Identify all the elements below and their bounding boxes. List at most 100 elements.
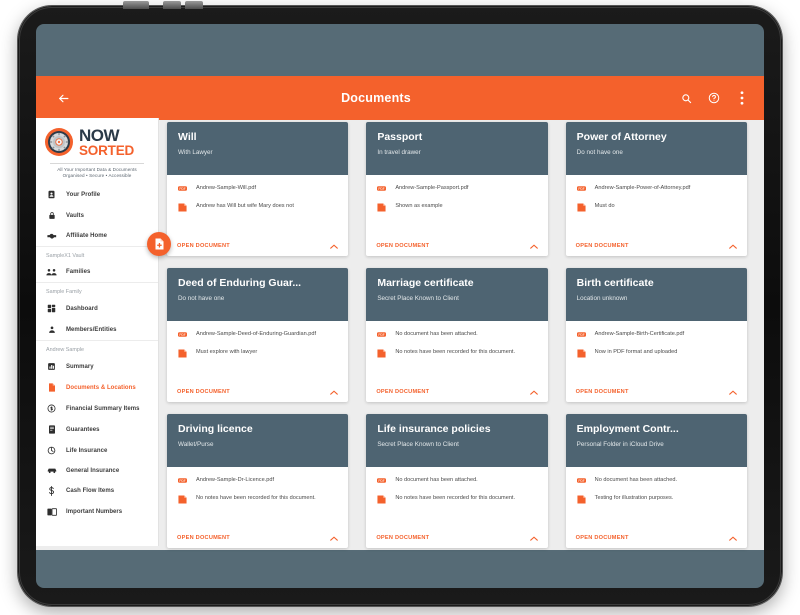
document-card[interactable]: Driving licence Wallet/Purse PDF Andrew-… [167,414,349,548]
pdf-icon: PDF [177,184,188,192]
brand-tagline: All Your Important Data & Documents Orga… [50,162,144,181]
document-card[interactable]: Power of Attorney Do not have one PDF An… [565,122,747,256]
families-icon [46,268,57,276]
chevron-up-icon[interactable] [729,536,737,541]
card-note-text: No notes have been recorded for this doc… [196,494,316,501]
svg-text:PDF: PDF [179,479,185,483]
sidebar-item-your-profile[interactable]: Your Profile [36,184,158,205]
card-note-row: Shown as example [376,202,537,212]
chevron-up-icon[interactable] [729,390,737,395]
card-title: Power of Attorney [576,131,667,143]
contact-book-icon [46,508,57,517]
document-card[interactable]: Life insurance policies Secret Place Kno… [366,414,548,548]
card-footer: OPEN DOCUMENT [167,243,348,256]
sidebar-item-label: Your Profile [66,191,101,198]
sidebar-item-families[interactable]: Families [36,262,158,282]
power-button[interactable] [123,1,149,9]
sidebar-item-dashboard[interactable]: Dashboard [36,298,158,319]
card-title: Driving licence [178,423,253,435]
chevron-up-icon[interactable] [529,536,538,541]
open-document-button[interactable]: OPEN DOCUMENT [376,389,429,395]
pdf-icon: PDF [376,184,387,192]
sidebar-item-documents-and-locations[interactable]: Documents & Locations [36,377,158,398]
sidebar-item-life-insurance[interactable]: Life Insurance [36,440,158,461]
pdf-icon: PDF [177,330,188,338]
card-subtitle: With Lawyer [178,148,213,156]
lock-icon [46,211,57,220]
sidebar-item-label: Dashboard [66,305,98,312]
open-document-button[interactable]: OPEN DOCUMENT [576,535,629,541]
volume-down-button[interactable] [185,1,203,9]
card-body: PDF Andrew-Sample-Passport.pdf Shown as … [366,175,547,243]
card-title: Deed of Enduring Guar... [178,277,302,289]
note-icon [576,348,587,358]
open-document-button[interactable]: OPEN DOCUMENT [576,389,629,395]
person-icon [46,325,57,334]
brand-logo: NOW SORTED All Your Important Data & Doc… [36,118,158,184]
document-card[interactable]: Will With Lawyer PDF Andrew-Sample-Will.… [167,122,349,256]
pdf-icon: PDF [177,476,188,484]
pdf-icon: PDF [576,330,587,338]
help-circle-icon[interactable] [700,92,728,104]
card-document-name: Andrew-Sample-Will.pdf [196,185,256,191]
chevron-up-icon[interactable] [729,244,737,249]
sidebar-section-label-vault: SampleX1 Vault [36,246,158,262]
open-document-button[interactable]: OPEN DOCUMENT [376,243,429,249]
app-bar: Documents [36,76,764,120]
sidebar-item-general-insurance[interactable]: General Insurance [36,461,158,480]
sidebar-item-affiliate-home[interactable]: Affiliate Home [36,226,158,246]
card-document-row: PDF Andrew-Sample-Will.pdf [177,184,338,193]
document-card[interactable]: Employment Contr... Personal Folder in i… [565,414,747,548]
sidebar-item-summary[interactable]: Summary [36,356,158,377]
app-bar-actions [672,91,756,105]
svg-text:PDF: PDF [379,479,385,483]
chevron-up-icon[interactable] [330,536,339,541]
card-title: Birth certificate [576,277,654,289]
card-document-name: Andrew-Sample-Passport.pdf [395,185,469,191]
open-document-button[interactable]: OPEN DOCUMENT [177,243,230,249]
card-note-row: Testing for illustration purposes. [576,494,737,504]
card-title: Marriage certificate [377,277,474,289]
tablet-device-frame: Documents NOW SORTED All Your Important … [18,1,782,606]
more-vertical-icon[interactable] [728,91,756,105]
sidebar-top-group: Your Profile Vaults Affiliate Home [36,184,158,246]
chevron-up-icon[interactable] [330,244,339,249]
open-document-button[interactable]: OPEN DOCUMENT [376,535,429,541]
card-subtitle: In travel drawer [377,148,421,156]
pdf-icon: PDF [376,476,387,484]
card-body: PDF No document has been attached. Testi… [566,467,747,535]
add-document-fab[interactable] [147,232,171,256]
chevron-up-icon[interactable] [529,390,538,395]
open-document-button[interactable]: OPEN DOCUMENT [177,389,230,395]
document-card[interactable]: Marriage certificate Secret Place Known … [366,268,548,402]
card-footer: OPEN DOCUMENT [167,535,348,548]
sidebar-item-financial-summary-items[interactable]: Financial Summary Items [36,398,158,419]
document-card[interactable]: Deed of Enduring Guar... Do not have one… [167,268,349,402]
card-document-row: PDF No document has been attached. [376,476,537,485]
sidebar-item-vaults[interactable]: Vaults [36,205,158,226]
card-header: Will With Lawyer [167,122,349,175]
sidebar-item-guarantees[interactable]: Guarantees [36,419,158,440]
sidebar-item-label: Important Numbers [66,509,123,516]
sidebar-item-important-numbers[interactable]: Important Numbers [36,502,158,522]
open-document-button[interactable]: OPEN DOCUMENT [576,243,629,249]
document-card[interactable]: Birth certificate Location unknown PDF A… [565,268,747,402]
card-footer: OPEN DOCUMENT [167,389,348,402]
volume-up-button[interactable] [163,1,181,9]
back-arrow-icon[interactable] [46,92,80,105]
sidebar-item-members-entities[interactable]: Members/Entities [36,319,158,340]
card-note-row: Must do [576,202,737,212]
card-subtitle: Secret Place Known to Client [377,440,459,448]
note-icon [177,348,188,358]
svg-text:PDF: PDF [379,187,385,191]
open-document-button[interactable]: OPEN DOCUMENT [177,535,230,541]
sidebar-item-cash-flow-items[interactable]: Cash Flow Items [36,480,158,502]
card-document-name: Andrew-Sample-Dr-Licence.pdf [196,477,275,483]
chevron-up-icon[interactable] [529,244,538,249]
card-document-row: PDF Andrew-Sample-Passport.pdf [376,184,537,193]
svg-text:PDF: PDF [578,333,584,337]
chevron-up-icon[interactable] [330,390,339,395]
search-icon[interactable] [672,93,700,104]
document-card[interactable]: Passport In travel drawer PDF Andrew-Sam… [366,122,548,256]
card-body: PDF Andrew-Sample-Deed-of-Enduring-Guard… [167,321,348,389]
